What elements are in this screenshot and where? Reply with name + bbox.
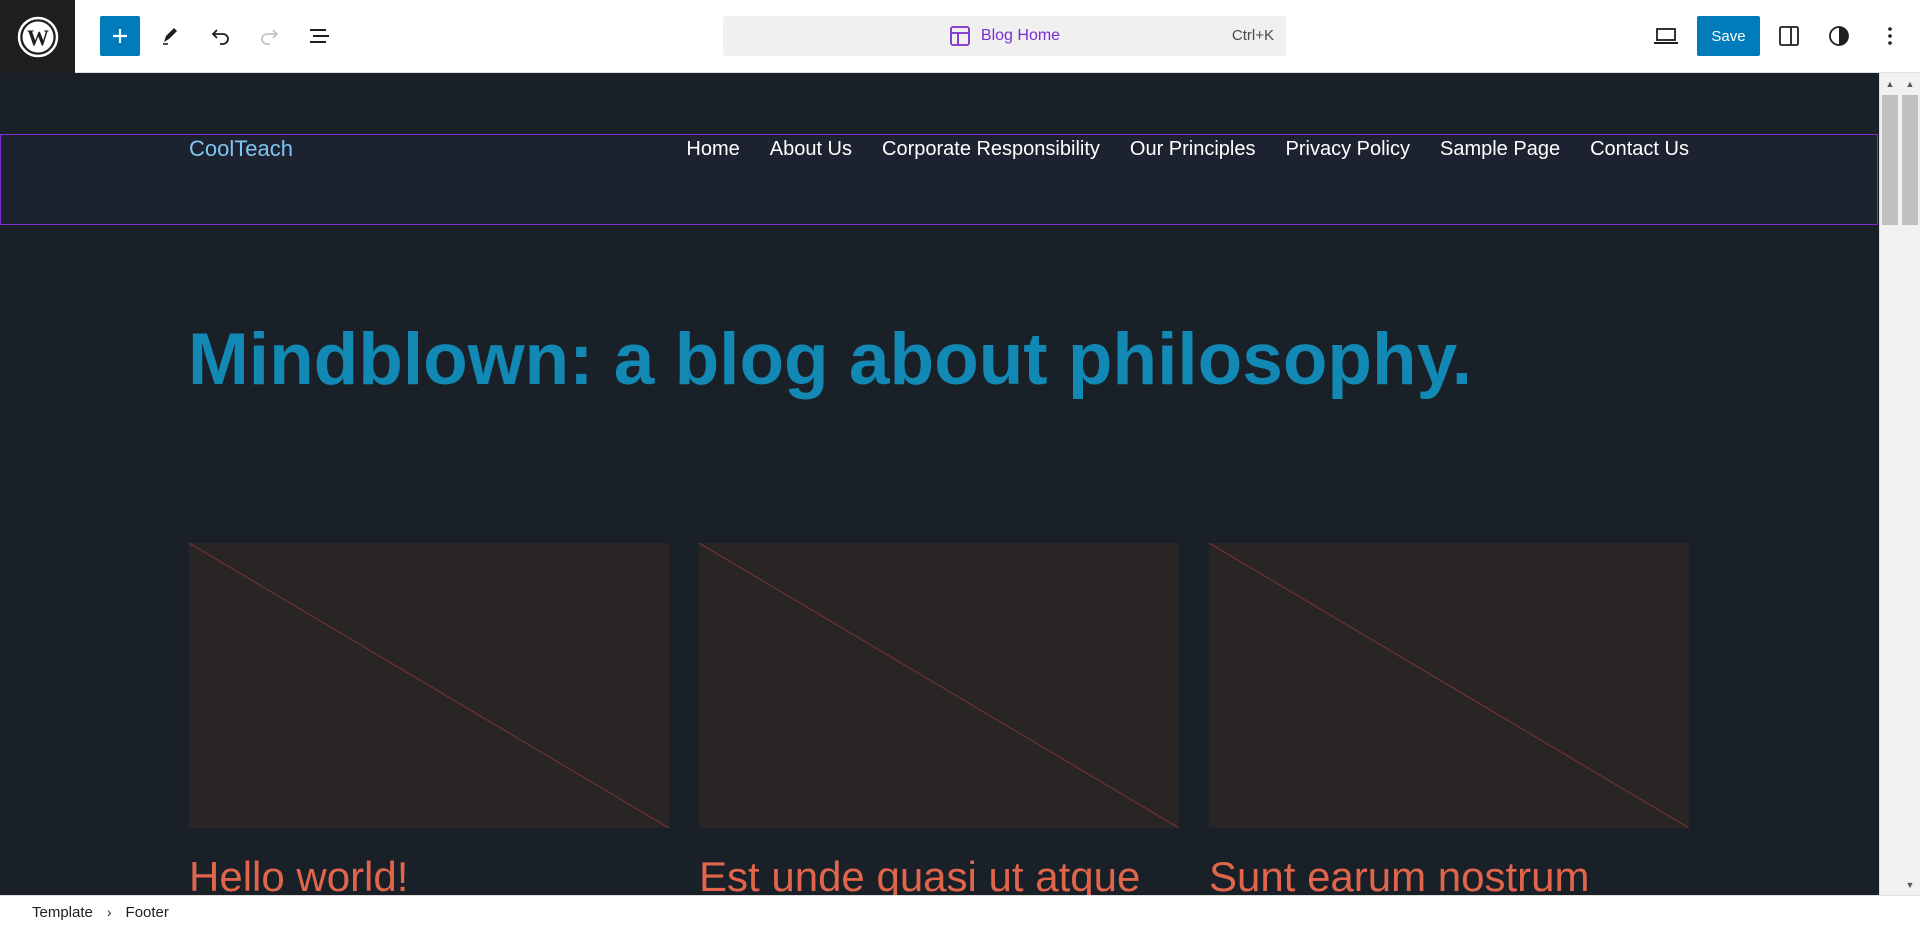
wordpress-logo[interactable]: W bbox=[0, 0, 75, 73]
nav-item-home[interactable]: Home bbox=[686, 138, 739, 161]
pencil-icon bbox=[163, 28, 177, 45]
chevron-right-icon: › bbox=[106, 904, 112, 920]
post-card[interactable]: Est unde quasi ut atque bbox=[699, 543, 1179, 895]
options-button[interactable] bbox=[1870, 16, 1910, 56]
post-card[interactable]: Sunt earum nostrum bbox=[1209, 543, 1689, 895]
nav-item-sample-page[interactable]: Sample Page bbox=[1440, 138, 1560, 161]
scroll-up-arrow-icon[interactable]: ▲ bbox=[1900, 77, 1920, 91]
redo-button[interactable] bbox=[250, 16, 290, 56]
site-title[interactable]: CoolTeach bbox=[189, 136, 293, 162]
block-breadcrumb: Template › Footer bbox=[0, 895, 1920, 928]
wordpress-icon: W bbox=[17, 16, 58, 57]
placeholder-diagonal bbox=[1209, 543, 1689, 828]
canvas-scrollbar[interactable]: ▲ ▲ ▼ bbox=[1879, 73, 1920, 895]
placeholder-diagonal bbox=[189, 543, 669, 828]
command-shortcut: Ctrl+K bbox=[1231, 27, 1274, 44]
nav-item-privacy-policy[interactable]: Privacy Policy bbox=[1286, 138, 1410, 161]
nav-item-contact-us[interactable]: Contact Us bbox=[1590, 138, 1689, 161]
list-view-button[interactable] bbox=[300, 16, 340, 56]
featured-image-placeholder[interactable] bbox=[699, 543, 1179, 828]
device-preview-button[interactable] bbox=[1646, 16, 1686, 56]
styles-button[interactable] bbox=[1819, 16, 1859, 56]
hero-heading[interactable]: Mindblown: a blog about philosophy. bbox=[188, 318, 1472, 401]
svg-text:W: W bbox=[27, 25, 49, 50]
editor-canvas[interactable]: CoolTeach Home About Us Corporate Respon… bbox=[0, 73, 1879, 895]
settings-button[interactable] bbox=[1769, 16, 1809, 56]
nav-item-our-principles[interactable]: Our Principles bbox=[1130, 138, 1256, 161]
tools-button[interactable] bbox=[150, 16, 190, 56]
navigation[interactable]: Home About Us Corporate Responsibility O… bbox=[686, 138, 1689, 161]
featured-image-placeholder[interactable] bbox=[1209, 543, 1689, 828]
placeholder-diagonal bbox=[699, 543, 1179, 828]
breadcrumb-template[interactable]: Template bbox=[32, 904, 93, 921]
more-vertical-icon bbox=[1888, 27, 1892, 45]
scroll-thumb[interactable] bbox=[1902, 95, 1918, 225]
contrast-icon bbox=[1829, 26, 1849, 46]
post-title[interactable]: Est unde quasi ut atque bbox=[699, 853, 1140, 895]
editor-toolbar: W Blog Home Ctrl+K Save bbox=[0, 0, 1920, 73]
post-title[interactable]: Sunt earum nostrum bbox=[1209, 853, 1590, 895]
save-button[interactable]: Save bbox=[1697, 16, 1760, 56]
scroll-thumb[interactable] bbox=[1882, 95, 1898, 225]
command-bar[interactable]: Blog Home Ctrl+K bbox=[723, 16, 1286, 56]
post-title[interactable]: Hello world! bbox=[189, 853, 408, 895]
add-block-button[interactable] bbox=[100, 16, 140, 56]
undo-icon bbox=[211, 29, 229, 45]
command-bar-center: Blog Home bbox=[723, 16, 1286, 56]
breadcrumb-footer[interactable]: Footer bbox=[126, 904, 169, 921]
post-card[interactable]: Hello world! bbox=[189, 543, 669, 895]
redo-icon bbox=[261, 29, 279, 45]
document-title: Blog Home bbox=[980, 27, 1061, 44]
scroll-down-arrow-icon[interactable]: ▼ bbox=[1900, 878, 1920, 892]
nav-item-corporate-responsibility[interactable]: Corporate Responsibility bbox=[882, 138, 1100, 161]
featured-image-placeholder[interactable] bbox=[189, 543, 669, 828]
undo-button[interactable] bbox=[200, 16, 240, 56]
scroll-up-arrow-icon[interactable]: ▲ bbox=[1880, 77, 1900, 91]
layout-icon bbox=[950, 26, 970, 46]
sidebar-icon bbox=[1779, 26, 1799, 46]
list-view-icon bbox=[310, 29, 329, 43]
plus-icon bbox=[113, 29, 127, 43]
laptop-icon bbox=[1654, 28, 1678, 44]
nav-item-about-us[interactable]: About Us bbox=[770, 138, 852, 161]
